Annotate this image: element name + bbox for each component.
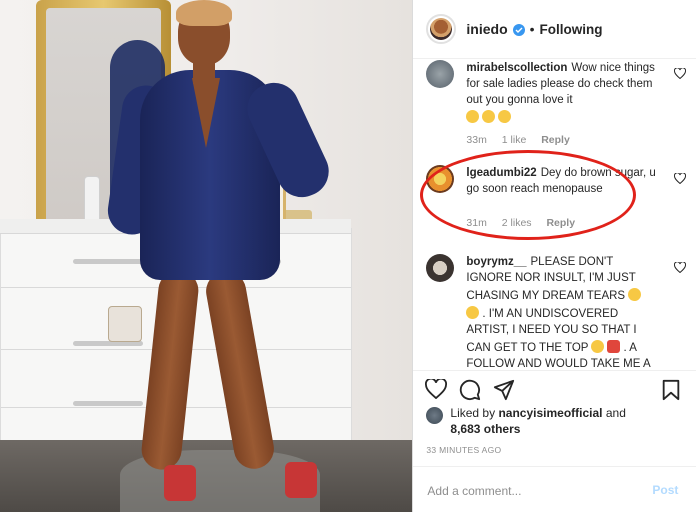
post-comment-button[interactable]: Post bbox=[646, 482, 684, 498]
woman-bag bbox=[108, 306, 142, 342]
woman-hair bbox=[176, 0, 232, 26]
comment-text: lgeadumbi22 Dey do brown sugar, u go soon… bbox=[466, 167, 656, 195]
add-comment-bar: Post bbox=[413, 466, 696, 513]
floor bbox=[0, 440, 413, 512]
share-paper-plane-icon[interactable] bbox=[493, 379, 515, 401]
comment-meta: 33m 1 like Reply bbox=[466, 134, 581, 146]
shoe-right bbox=[285, 462, 317, 498]
comment-text: mirabelscollection Wow nice things for sa… bbox=[466, 60, 661, 126]
like-comment-heart-icon[interactable] bbox=[674, 262, 687, 273]
commenter-avatar[interactable] bbox=[426, 165, 455, 193]
shoe-left bbox=[164, 465, 196, 501]
profile-username[interactable]: iniedo bbox=[466, 21, 507, 37]
comment-time: 31m bbox=[466, 217, 487, 229]
like-heart-icon[interactable] bbox=[425, 379, 448, 399]
comment-username[interactable]: mirabelscollection bbox=[466, 62, 567, 74]
comment-meta: 31m 2 likes Reply bbox=[466, 217, 587, 229]
reply-button[interactable]: Reply bbox=[541, 134, 570, 146]
profile-avatar[interactable] bbox=[426, 14, 457, 44]
face-emoji-icon bbox=[482, 110, 496, 123]
liker-username[interactable]: nancyisimeofficial bbox=[498, 406, 602, 420]
praying-hands-emoji-icon bbox=[591, 340, 605, 353]
save-bookmark-icon[interactable] bbox=[661, 379, 681, 401]
red-heart-emoji-icon bbox=[607, 340, 621, 353]
face-emoji-icon bbox=[498, 110, 512, 123]
praying-hands-emoji-icon bbox=[466, 306, 480, 319]
following-button[interactable]: Following bbox=[540, 22, 603, 37]
comment-text: boyrymz__ PLEASE DON'T IGNORE NOR INSULT,… bbox=[466, 256, 651, 370]
reply-button[interactable]: Reply bbox=[546, 217, 575, 229]
comment-username[interactable]: lgeadumbi22 bbox=[466, 167, 536, 179]
comment-likes[interactable]: 2 likes bbox=[502, 217, 532, 229]
commenter-avatar[interactable] bbox=[426, 60, 455, 88]
comments-list[interactable]: mirabelscollection Wow nice things for sa… bbox=[413, 58, 696, 370]
commenter-avatar[interactable] bbox=[426, 254, 455, 282]
verified-badge-icon bbox=[512, 24, 525, 36]
instagram-post: iniedo • Following mirabelscollection Wow… bbox=[0, 0, 696, 512]
comment-username[interactable]: boyrymz__ bbox=[466, 256, 526, 268]
like-comment-heart-icon[interactable] bbox=[674, 68, 687, 79]
post-photo[interactable] bbox=[0, 0, 413, 512]
face-emoji-icon bbox=[466, 110, 480, 123]
likes-count[interactable]: 8,683 others bbox=[450, 422, 520, 436]
comment-bubble-icon[interactable] bbox=[459, 379, 481, 401]
post-header: iniedo • Following bbox=[413, 0, 696, 59]
header-separator: • bbox=[529, 21, 535, 37]
comment-item: mirabelscollection Wow nice things for sa… bbox=[426, 60, 687, 150]
post-actions-bar bbox=[413, 370, 696, 409]
comment-item-highlighted: lgeadumbi22 Dey do brown sugar, u go soon… bbox=[426, 165, 687, 245]
comment-item: boyrymz__ PLEASE DON'T IGNORE NOR INSULT,… bbox=[426, 254, 687, 370]
comment-input[interactable] bbox=[425, 481, 650, 501]
comment-time: 33m bbox=[466, 134, 487, 146]
liker-avatar[interactable] bbox=[426, 407, 444, 424]
post-side-panel: iniedo • Following mirabelscollection Wow… bbox=[412, 0, 696, 512]
like-comment-heart-icon[interactable] bbox=[674, 173, 687, 184]
post-timestamp[interactable]: 33 MINUTES AGO bbox=[426, 445, 501, 455]
crying-emoji-icon bbox=[628, 288, 642, 301]
comment-likes[interactable]: 1 like bbox=[502, 134, 527, 146]
